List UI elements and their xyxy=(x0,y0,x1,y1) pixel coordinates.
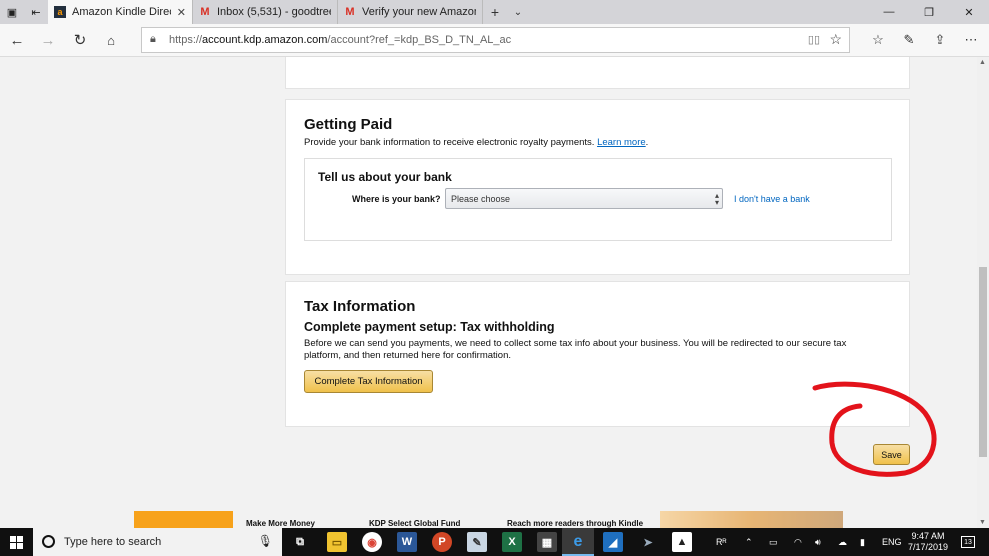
ad-banner[interactable]: Make More Money KDP Select Global Fund R… xyxy=(0,511,977,528)
more-options-icon[interactable]: ⋯ xyxy=(961,30,981,50)
battery-icon[interactable]: ▮ xyxy=(860,528,865,556)
new-tab-button[interactable]: + xyxy=(483,0,507,24)
wifi-icon[interactable]: ◠ xyxy=(794,528,802,556)
tab-title: Verify your new Amazon ac xyxy=(362,6,476,18)
gmail-icon: M xyxy=(200,6,210,18)
tab-list-dropdown[interactable]: ⌄ xyxy=(507,0,529,24)
forward-icon[interactable]: → xyxy=(38,30,58,50)
calculator-icon[interactable]: ▦ xyxy=(537,532,557,552)
back-icon[interactable]: ← xyxy=(7,30,27,50)
tab-overview-icon[interactable]: ▣ xyxy=(0,0,24,24)
share-icon[interactable]: ⇪ xyxy=(930,30,950,50)
show-hidden-icons[interactable]: ⌃ xyxy=(745,528,753,556)
microphone-icon[interactable]: 🎙︎ xyxy=(258,534,273,548)
home-icon[interactable]: ⌂ xyxy=(101,30,121,50)
page-scrollbar[interactable]: ▲ ▼ xyxy=(977,57,989,528)
task-view-icon[interactable]: ⧉ xyxy=(290,532,310,552)
tax-title: Tax Information xyxy=(304,298,416,315)
scroll-up-icon[interactable]: ▲ xyxy=(979,59,986,66)
ad-text-2: KDP Select Global Fund xyxy=(369,519,461,528)
address-bar[interactable]: 🔒︎ https://account.kdp.amazon.com/accoun… xyxy=(141,27,850,53)
search-placeholder: Type here to search xyxy=(64,536,162,548)
window-controls: — ❐ ✕ xyxy=(869,0,989,24)
file-explorer-icon[interactable]: ▭ xyxy=(327,532,347,552)
tax-description: Before we can send you payments, we need… xyxy=(304,338,847,361)
pen-icon[interactable]: ✎ xyxy=(899,30,919,50)
bank-heading: Tell us about your bank xyxy=(318,170,452,184)
photos-icon[interactable]: ▲ xyxy=(672,532,692,552)
set-aside-tabs-icon[interactable]: ⇤ xyxy=(24,0,48,24)
tax-subtitle: Complete payment setup: Tax withholding xyxy=(304,320,555,334)
scroll-down-icon[interactable]: ▼ xyxy=(979,519,986,526)
bank-location-label: Where is your bank? xyxy=(352,194,441,204)
getting-paid-title: Getting Paid xyxy=(304,116,393,133)
close-window-icon[interactable]: ✕ xyxy=(949,0,989,24)
lock-icon: 🔒︎ xyxy=(150,33,156,45)
bank-select-value: Please choose xyxy=(451,194,511,204)
restore-icon[interactable]: ❐ xyxy=(909,0,949,24)
close-tab-icon[interactable]: ✕ xyxy=(177,6,186,19)
language-indicator[interactable]: ENG xyxy=(882,528,902,556)
gmail-icon: M xyxy=(345,6,355,18)
tab-inbox[interactable]: M Inbox (5,531) - goodtreelife xyxy=(193,0,338,24)
windows-taskbar: Type here to search 🎙︎ ⧉ ▭ ◉ W P ✎ X ▦ e… xyxy=(0,528,989,556)
bank-info-box: Tell us about your bank Where is your ba… xyxy=(304,158,892,241)
reading-view-icon[interactable]: ▯▯ xyxy=(808,33,820,46)
browser-tab-bar: ▣ ⇤ a Amazon Kindle Direct P ✕ M Inbox (… xyxy=(0,0,989,24)
complete-tax-information-button[interactable]: Complete Tax Information xyxy=(304,370,433,393)
ad-orange-block xyxy=(134,511,233,528)
network-drive-icon[interactable]: ▭ xyxy=(769,528,778,556)
clock-time: 9:47 AM xyxy=(911,531,945,541)
cortana-icon xyxy=(42,535,55,548)
powerpoint-icon[interactable]: P xyxy=(432,532,452,552)
notification-center-icon[interactable]: 13 xyxy=(961,536,975,548)
taskbar-search-box[interactable]: Type here to search 🎙︎ xyxy=(33,528,282,556)
unknown-app-icon[interactable]: ◢ xyxy=(603,532,623,552)
system-clock[interactable]: 9:47 AM 7/17/2019 xyxy=(903,531,953,553)
getting-paid-description: Provide your bank information to receive… xyxy=(304,137,649,148)
windows-logo-icon xyxy=(10,535,23,549)
getting-paid-section: Getting Paid Provide your bank informati… xyxy=(285,99,910,275)
minimize-icon[interactable]: — xyxy=(869,0,909,24)
start-button[interactable] xyxy=(0,528,33,556)
onedrive-icon[interactable]: ☁ xyxy=(838,528,847,556)
scrollbar-thumb[interactable] xyxy=(979,267,987,457)
no-bank-link[interactable]: I don't have a bank xyxy=(734,194,810,204)
select-arrows-icon: ▴ ▾ xyxy=(714,191,719,207)
tab-title: Inbox (5,531) - goodtreelife xyxy=(217,6,331,18)
cloud-app-icon[interactable]: ➤ xyxy=(638,532,658,552)
favorite-star-icon[interactable]: ☆ xyxy=(829,31,842,48)
edge-icon[interactable]: e xyxy=(568,532,588,552)
tab-amazon-kdp[interactable]: a Amazon Kindle Direct P ✕ xyxy=(48,0,193,24)
browser-nav-bar: ← → ↻ ⌂ 🔒︎ https://account.kdp.amazon.co… xyxy=(0,24,989,57)
chrome-icon[interactable]: ◉ xyxy=(362,532,382,552)
tab-title: Amazon Kindle Direct P xyxy=(72,6,171,18)
paint-icon[interactable]: ✎ xyxy=(467,532,487,552)
ad-image xyxy=(660,511,843,528)
ad-text-1: Make More Money xyxy=(246,519,315,528)
bank-location-select[interactable]: Please choose ▴ ▾ xyxy=(445,188,723,209)
favorites-icon[interactable]: ☆ xyxy=(868,30,888,50)
volume-icon[interactable]: 🔊︎ xyxy=(815,528,821,556)
clock-date: 7/17/2019 xyxy=(907,542,949,552)
ad-text-3: Reach more readers through Kindle xyxy=(507,519,644,528)
amazon-icon: a xyxy=(54,6,66,18)
page-content: Getting Paid Provide your bank informati… xyxy=(0,57,977,528)
url-text: https://account.kdp.amazon.com/account?r… xyxy=(169,34,512,46)
tab-verify[interactable]: M Verify your new Amazon ac xyxy=(338,0,483,24)
refresh-icon[interactable]: ↻ xyxy=(70,30,90,50)
word-icon[interactable]: W xyxy=(397,532,417,552)
learn-more-link[interactable]: Learn more xyxy=(597,137,646,148)
people-icon[interactable]: Rᴿ xyxy=(716,528,727,556)
section-card-previous xyxy=(285,57,910,89)
red-circle-annotation xyxy=(812,381,937,477)
excel-icon[interactable]: X xyxy=(502,532,522,552)
